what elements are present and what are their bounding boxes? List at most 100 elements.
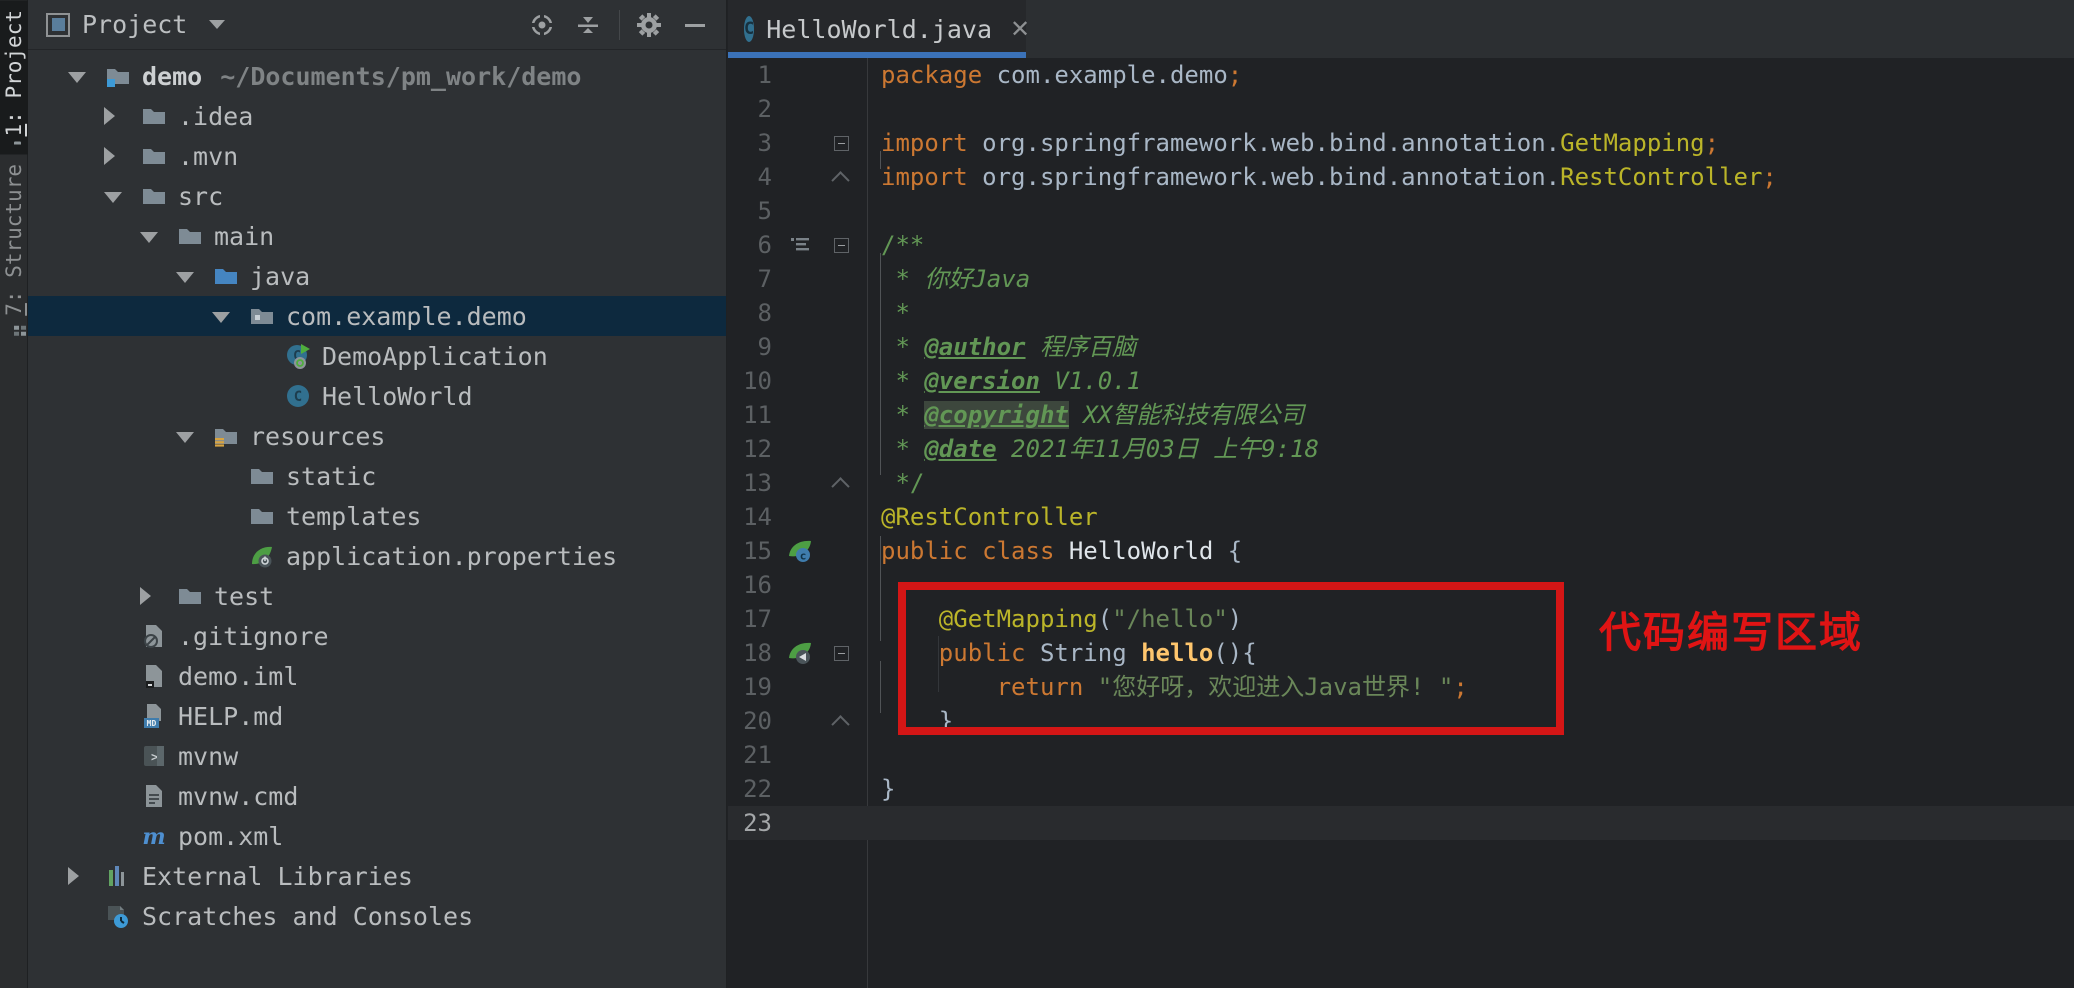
fold-end-icon[interactable] (831, 170, 850, 190)
settings-gear-icon[interactable] (632, 8, 666, 42)
tree-item-demo-iml[interactable]: demo.iml (28, 656, 726, 696)
chevron-expanded-icon[interactable] (176, 432, 194, 443)
code-line-7[interactable]: 7 * 你好Java (728, 262, 2074, 296)
tree-item-helloworld[interactable]: C HelloWorld (28, 376, 726, 416)
tree-item-scratches-and-consoles[interactable]: Scratches and Consoles (28, 896, 726, 936)
tree-item-static[interactable]: static (28, 456, 726, 496)
svg-text:MD: MD (147, 719, 157, 728)
tree-item--mvn[interactable]: .mvn (28, 136, 726, 176)
code-line-12[interactable]: 12 * @date 2021年11月03日 上午9:18 (728, 432, 2074, 466)
folder-icon (176, 222, 204, 250)
spring-mapping-icon[interactable] (772, 636, 828, 670)
fold-collapse-icon[interactable] (834, 135, 849, 151)
chevron-expanded-icon[interactable] (212, 312, 230, 323)
code-line-21[interactable]: 21 (728, 738, 2074, 772)
tree-item-templates[interactable]: templates (28, 496, 726, 536)
tree-item-mvnw-cmd[interactable]: mvnw.cmd (28, 776, 726, 816)
code-line-8[interactable]: 8 * (728, 296, 2074, 330)
tab-helloworld-java[interactable]: C HelloWorld.java ✕ (728, 0, 1030, 58)
code-line-1[interactable]: 1 package com.example.demo; (728, 58, 2074, 92)
tool-window-button-label: 1: Project (2, 10, 26, 137)
tree-item-src[interactable]: src (28, 176, 726, 216)
code-line-3[interactable]: 3 import org.springframework.web.bind.ann… (728, 126, 2074, 160)
tool-window-button-project[interactable]: 1: Project (0, 0, 28, 155)
collapse-all-icon[interactable] (571, 8, 605, 42)
close-icon[interactable]: ✕ (1010, 15, 1030, 43)
line-number: 5 (757, 197, 772, 225)
doc-lines-icon[interactable] (772, 228, 828, 262)
gutter-icon-slot (772, 806, 828, 840)
line-number: 7 (757, 265, 772, 293)
spring-bean-icon[interactable]: c (772, 534, 828, 568)
fold-collapse-icon[interactable] (834, 237, 849, 253)
tool-window-stripe: 1: Project 7: Structure (0, 0, 28, 988)
code-line-4[interactable]: 4 import org.springframework.web.bind.ann… (728, 160, 2074, 194)
tree-item-test[interactable]: test (28, 576, 726, 616)
tree-item-pom-xml[interactable]: m pom.xml (28, 816, 726, 856)
fold-end-icon[interactable] (831, 476, 850, 496)
maven-file-icon: m (140, 822, 168, 850)
spring-config-icon (248, 542, 276, 570)
code-line-14[interactable]: 14 @RestController (728, 500, 2074, 534)
hide-panel-icon[interactable] (678, 8, 712, 42)
chevron-down-icon (209, 20, 226, 29)
code-line-2[interactable]: 2 (728, 92, 2074, 126)
line-number: 18 (743, 639, 772, 667)
tree-item-demoapplication[interactable]: C DemoApplication (28, 336, 726, 376)
tree-item-java[interactable]: java (28, 256, 726, 296)
gutter-icon-slot (772, 58, 828, 92)
chevron-collapsed-icon[interactable] (140, 587, 151, 605)
editor-tab-bar: C HelloWorld.java ✕ (728, 0, 2074, 58)
line-number: 22 (743, 775, 772, 803)
folder-icon (248, 502, 276, 530)
code-line-23[interactable]: 23 (728, 806, 2074, 840)
chevron-expanded-icon[interactable] (140, 232, 158, 243)
code-editor[interactable]: 1 package com.example.demo; 2 3 import org.s… (728, 58, 2074, 988)
fold-end-icon[interactable] (831, 714, 850, 734)
code-line-13[interactable]: 13 */ (728, 466, 2074, 500)
code-text: */ (881, 469, 925, 497)
code-line-15[interactable]: 15 c public class HelloWorld { (728, 534, 2074, 568)
line-number: 11 (743, 401, 772, 429)
tree-item-main[interactable]: main (28, 216, 726, 256)
chevron-expanded-icon[interactable] (176, 272, 194, 283)
tree-item--idea[interactable]: .idea (28, 96, 726, 136)
tree-item-label: main (214, 221, 275, 251)
chevron-expanded-icon[interactable] (104, 192, 122, 203)
folder-icon (140, 182, 168, 210)
fold-range-line (880, 536, 881, 641)
tree-item-help-md[interactable]: MD HELP.md (28, 696, 726, 736)
code-line-6[interactable]: 6 /** (728, 228, 2074, 262)
locate-icon[interactable] (525, 8, 559, 42)
fold-column (828, 568, 867, 602)
line-number: 6 (757, 231, 772, 259)
tool-window-button-structure[interactable]: 7: Structure (0, 154, 28, 334)
tree-item-path-hint: ~/Documents/pm_work/demo (220, 61, 582, 91)
gutter-icon-slot (772, 568, 828, 602)
tree-item-com-example-demo[interactable]: com.example.demo (28, 296, 726, 336)
tree-item-mvnw[interactable]: > mvnw (28, 736, 726, 776)
tree-item-demo[interactable]: demo ~/Documents/pm_work/demo (28, 56, 726, 96)
fold-column (828, 194, 867, 228)
chevron-collapsed-icon[interactable] (68, 867, 79, 885)
fold-collapse-icon[interactable] (834, 645, 849, 661)
md-file-icon: MD (140, 702, 168, 730)
chevron-expanded-icon[interactable] (68, 72, 86, 83)
line-number: 17 (743, 605, 772, 633)
tree-item-resources[interactable]: resources (28, 416, 726, 456)
tree-item--gitignore[interactable]: .gitignore (28, 616, 726, 656)
chevron-collapsed-icon[interactable] (104, 147, 115, 165)
gutter-icon-slot (772, 160, 828, 194)
tree-item-application-properties[interactable]: application.properties (28, 536, 726, 576)
code-line-9[interactable]: 9 * @author 程序百脑 (728, 330, 2074, 364)
fold-column (828, 262, 867, 296)
code-line-10[interactable]: 10 * @version V1.0.1 (728, 364, 2074, 398)
tree-item-external-libraries[interactable]: External Libraries (28, 856, 726, 896)
code-line-11[interactable]: 11 * @copyright XX智能科技有限公司 (728, 398, 2074, 432)
chevron-collapsed-icon[interactable] (104, 107, 115, 125)
project-view-selector[interactable]: Project (46, 10, 226, 39)
tree-item-label: pom.xml (178, 821, 284, 851)
code-line-5[interactable]: 5 (728, 194, 2074, 228)
code-line-22[interactable]: 22} (728, 772, 2074, 806)
